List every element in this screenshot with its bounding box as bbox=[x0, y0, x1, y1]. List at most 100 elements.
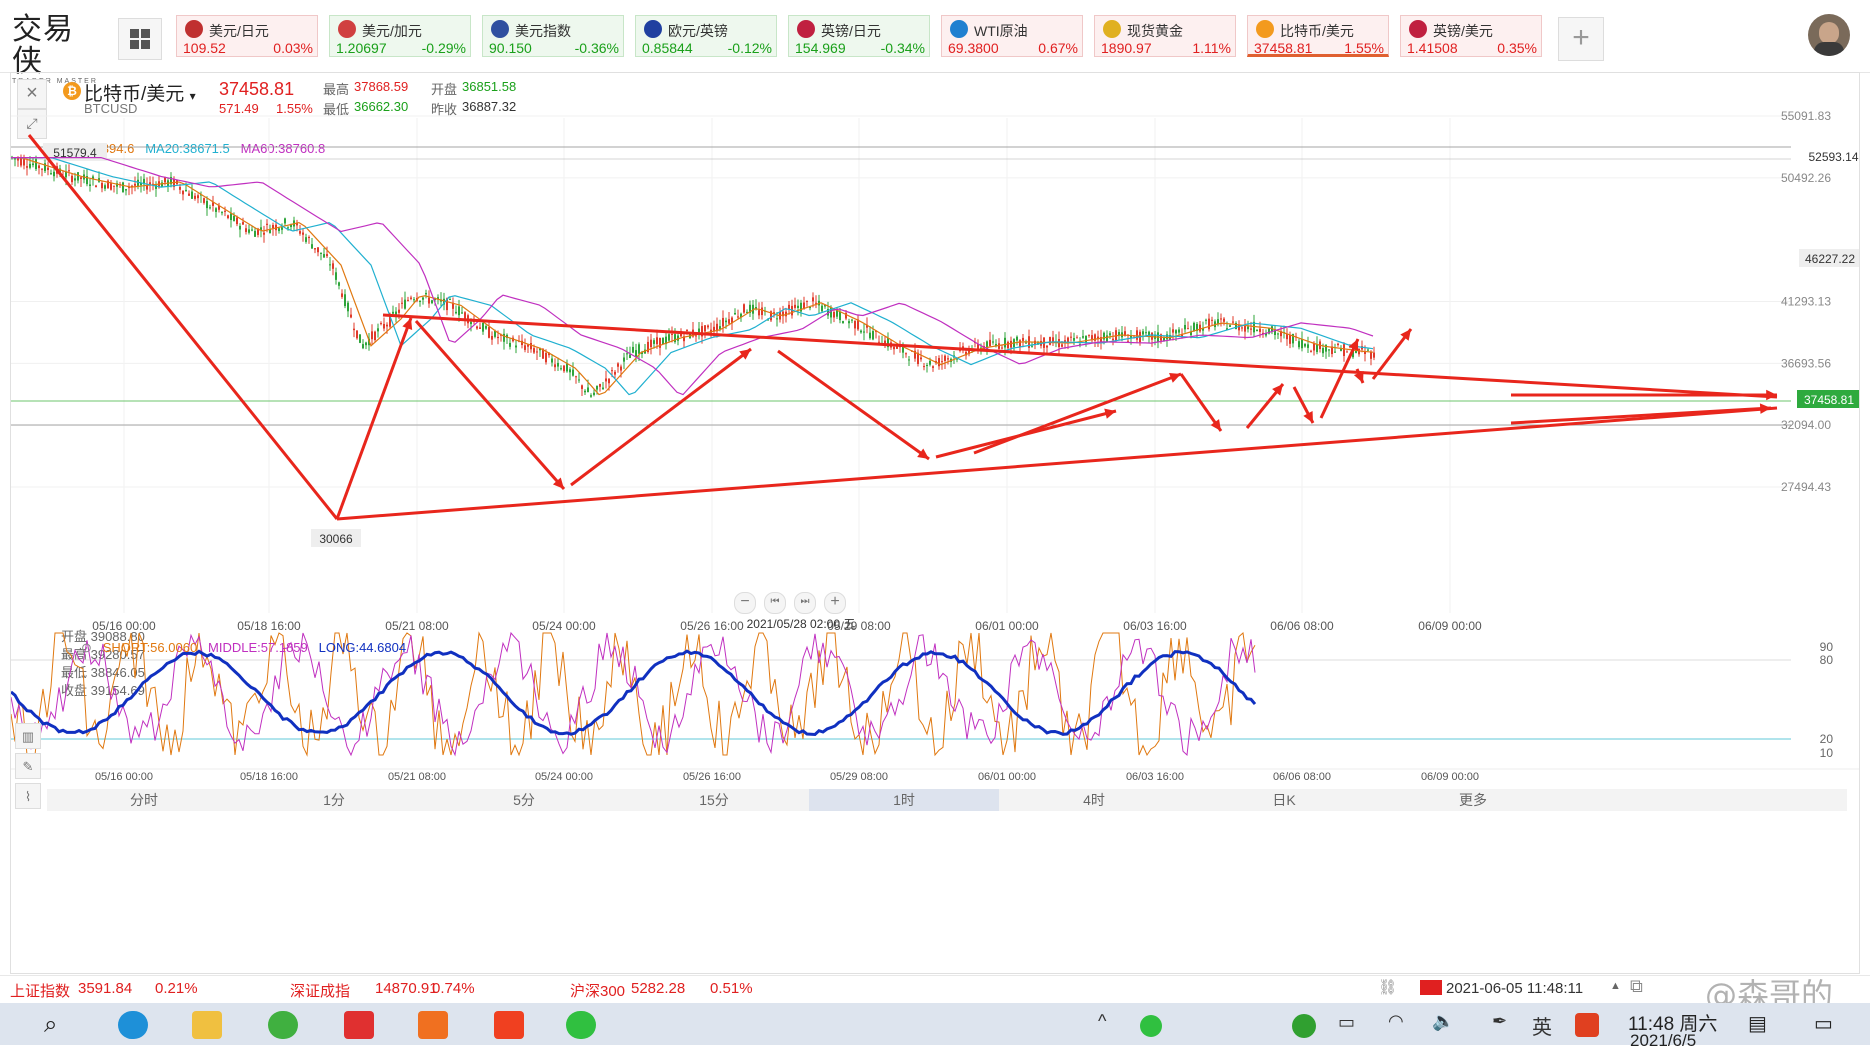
candle-body bbox=[629, 354, 631, 358]
candle-body bbox=[599, 383, 601, 387]
trader-app-icon[interactable] bbox=[418, 1011, 448, 1039]
ticker-name: 英镑/美元 bbox=[1433, 23, 1493, 39]
osc-level-label: 80 bbox=[1820, 653, 1834, 667]
candle-body bbox=[707, 325, 709, 328]
folder-icon[interactable] bbox=[192, 1011, 222, 1039]
zoom-out-icon[interactable]: − bbox=[734, 592, 756, 614]
tray-app-icon[interactable] bbox=[1292, 1014, 1316, 1038]
jump-end-icon[interactable]: ⏭ bbox=[794, 592, 816, 614]
candle-body bbox=[359, 334, 361, 343]
indicator-icon[interactable]: ⌇ bbox=[15, 783, 41, 809]
index3-pct: 0.51% bbox=[710, 980, 753, 997]
wechat-icon[interactable] bbox=[566, 1011, 596, 1039]
volume-icon[interactable]: 🔈 bbox=[1432, 1011, 1454, 1032]
zoom-in-icon[interactable]: + bbox=[824, 592, 846, 614]
ticker-card[interactable]: 欧元/英镑 0.85844 -0.12% bbox=[635, 15, 777, 57]
candle-body bbox=[101, 182, 103, 189]
candle-body bbox=[1316, 344, 1318, 352]
timeframe-tab[interactable]: 15分 bbox=[619, 789, 809, 811]
candle-body bbox=[1178, 329, 1180, 333]
candle-body bbox=[758, 310, 760, 316]
ticker-card[interactable]: 比特币/美元 37458.81 1.55% bbox=[1247, 15, 1389, 57]
timeframe-tab[interactable]: 日K bbox=[1189, 789, 1379, 811]
timeframe-tab[interactable]: 分时 bbox=[49, 789, 239, 811]
timeframe-tab[interactable]: 5分 bbox=[429, 789, 619, 811]
notification-icon[interactable]: ▭ bbox=[1814, 1011, 1833, 1036]
avatar[interactable] bbox=[1808, 14, 1850, 56]
wifi-icon[interactable]: ◠ bbox=[1388, 1011, 1404, 1032]
timeframe-tab[interactable]: 1时 bbox=[809, 789, 999, 811]
index2-value: 14870.91 bbox=[375, 980, 438, 997]
chevron-up-icon[interactable]: ^ bbox=[1098, 1011, 1106, 1032]
candle-body bbox=[1127, 340, 1129, 342]
settings-icon[interactable]: ⊙ bbox=[81, 640, 92, 655]
candle-body bbox=[110, 183, 112, 190]
sogou-icon[interactable] bbox=[1575, 1013, 1599, 1037]
candle-body bbox=[47, 167, 49, 171]
candle-body bbox=[449, 299, 451, 301]
window-icon[interactable]: ⧉ bbox=[1630, 976, 1643, 997]
ticker-card[interactable]: 现货黄金 1890.97 1.11% bbox=[1094, 15, 1236, 57]
index3-name[interactable]: 沪深300 bbox=[570, 980, 625, 1001]
timeframe-tab[interactable]: 4时 bbox=[999, 789, 1189, 811]
candle-body bbox=[722, 317, 724, 327]
candle-body bbox=[662, 337, 664, 345]
bars-icon[interactable]: ▥ bbox=[15, 723, 41, 749]
candle-body bbox=[671, 333, 673, 335]
candle-body bbox=[725, 320, 727, 323]
ticker-card[interactable]: 美元指数 90.150 -0.36% bbox=[482, 15, 624, 57]
pencil-icon[interactable]: ✎ bbox=[15, 753, 41, 779]
ticker-card[interactable]: 美元/日元 109.52 0.03% bbox=[176, 15, 318, 57]
ticker-card[interactable]: 英镑/美元 1.41508 0.35% bbox=[1400, 15, 1542, 57]
flag-icon bbox=[1256, 20, 1274, 38]
add-ticker-button[interactable]: + bbox=[1558, 17, 1604, 61]
candle-body bbox=[23, 159, 25, 166]
osc-x-tick-label: 06/09 00:00 bbox=[1421, 771, 1479, 783]
candle-body bbox=[674, 334, 676, 343]
candle-body bbox=[1223, 318, 1225, 322]
pen-icon[interactable]: ✒ bbox=[1492, 1011, 1507, 1032]
wps-icon[interactable] bbox=[344, 1011, 374, 1039]
clock-date[interactable]: 2021/6/5 bbox=[1630, 1031, 1696, 1051]
notes-icon[interactable]: ▤ bbox=[1748, 1011, 1767, 1036]
china-flag-icon bbox=[1420, 980, 1442, 995]
index2-name[interactable]: 深证成指 bbox=[290, 980, 350, 1001]
search-icon[interactable]: ⌕ bbox=[44, 1011, 57, 1039]
jump-start-icon[interactable]: ⏮ bbox=[764, 592, 786, 614]
candle-body bbox=[386, 324, 388, 327]
timeframe-tab[interactable]: 更多 bbox=[1443, 789, 1503, 811]
x-tick-label: 05/26 16:00 bbox=[680, 619, 744, 633]
ticker-card[interactable]: 美元/加元 1.20697 -0.29% bbox=[329, 15, 471, 57]
battery-icon[interactable]: ▭ bbox=[1338, 1012, 1355, 1033]
candle-body bbox=[470, 321, 472, 325]
x-tick-label: 05/16 00:00 bbox=[92, 619, 156, 633]
candle-body bbox=[317, 247, 319, 253]
ticker-card[interactable]: WTI原油 69.3800 0.67% bbox=[941, 15, 1083, 57]
timeframe-tab[interactable]: 1分 bbox=[239, 789, 429, 811]
price-chart[interactable]: 55091.83 50492.26 41293.13 36693.56 32094.00… bbox=[11, 73, 1859, 973]
candle-body bbox=[203, 198, 205, 203]
trend-arrow bbox=[335, 317, 413, 520]
candle-body bbox=[872, 331, 874, 340]
ime-indicator[interactable]: 英 bbox=[1532, 1011, 1552, 1040]
osc-x-tick-label: 05/26 16:00 bbox=[683, 771, 741, 783]
x-tick-label: 05/21 08:00 bbox=[385, 619, 449, 633]
index1-name[interactable]: 上证指数 bbox=[10, 980, 70, 1001]
candle-body bbox=[590, 395, 592, 397]
osc-x-tick-label: 05/16 00:00 bbox=[95, 771, 153, 783]
link-icon[interactable]: ⛓ bbox=[1378, 978, 1397, 996]
ie-browser-icon[interactable] bbox=[268, 1011, 298, 1039]
grid-menu-button[interactable] bbox=[118, 18, 162, 60]
candle-body bbox=[1346, 351, 1348, 353]
candle-body bbox=[485, 326, 487, 329]
candle-body bbox=[587, 387, 589, 393]
edge-browser-icon[interactable] bbox=[118, 1011, 148, 1039]
wechat-tray-icon[interactable] bbox=[1140, 1015, 1162, 1037]
finance-app-icon[interactable] bbox=[494, 1011, 524, 1039]
candle-body bbox=[920, 357, 922, 360]
ticker-price: 1890.97 bbox=[1101, 40, 1152, 56]
ticker-price: 90.150 bbox=[489, 40, 532, 56]
chevron-up-icon[interactable]: ▲ bbox=[1610, 980, 1621, 992]
candle-body bbox=[584, 390, 586, 393]
ticker-card[interactable]: 英镑/日元 154.969 -0.34% bbox=[788, 15, 930, 57]
